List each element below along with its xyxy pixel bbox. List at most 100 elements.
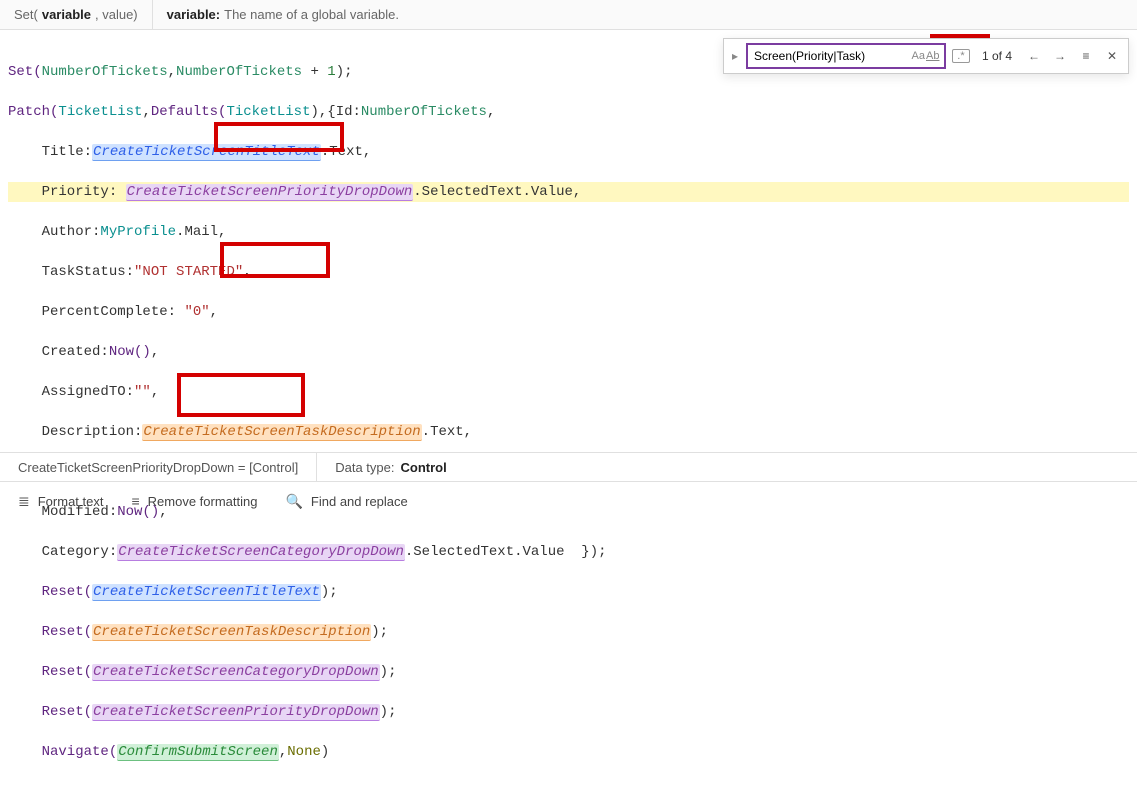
code-line: Author:MyProfile.Mail, <box>8 222 1129 242</box>
code-line: Created:Now(), <box>8 342 1129 362</box>
fn: Reset( <box>8 584 92 600</box>
code-line: Reset(CreateTicketScreenPriorityDropDown… <box>8 702 1129 722</box>
code-line: Category:CreateTicketScreenCategoryDropD… <box>8 542 1129 562</box>
remove-formatting-button[interactable]: ≡ Remove formatting <box>131 493 257 509</box>
code-line: Patch(TicketList,Defaults(TicketList),{I… <box>8 102 1129 122</box>
punct: ); <box>371 624 388 640</box>
code-line: Navigate(ConfirmSubmitScreen,None) <box>8 742 1129 762</box>
var: NumberOfTickets <box>361 104 487 120</box>
punct: .Text, <box>422 424 472 440</box>
enum: None <box>287 744 321 760</box>
control-ref: CreateTicketScreenPriorityDropDown <box>126 184 414 201</box>
punct: ); <box>336 64 353 80</box>
punct: .SelectedText.Value }); <box>405 544 607 560</box>
fn: Reset( <box>8 664 92 680</box>
sig-mid: , value) <box>95 7 138 22</box>
control-ref: CreateTicketScreenPriorityDropDown <box>92 704 380 721</box>
prop: AssignedTO: <box>8 384 134 400</box>
punct: .Mail, <box>176 224 226 240</box>
fn: Now() <box>109 344 151 360</box>
control-ref: CreateTicketScreenTitleText <box>92 144 321 161</box>
prop: Author: <box>8 224 100 240</box>
find-replace-button[interactable]: 🔍 Find and replace <box>285 493 407 510</box>
code-line: AssignedTO:"", <box>8 382 1129 402</box>
punct: , <box>243 264 251 280</box>
code-line: Title:CreateTicketScreenTitleText.Text, <box>8 142 1129 162</box>
status-datatype: Data type: Control <box>317 453 464 481</box>
hint-label: variable: <box>167 7 220 22</box>
fn: Reset( <box>8 624 92 640</box>
punct: , <box>487 104 495 120</box>
format-icon: ≣ <box>18 493 30 510</box>
code-line: Reset(CreateTicketScreenTitleText); <box>8 582 1129 602</box>
sig-arg: variable <box>42 7 91 22</box>
code-line: Reset(CreateTicketScreenCategoryDropDown… <box>8 662 1129 682</box>
status-value: Control <box>400 460 446 475</box>
whole-word-toggle[interactable]: Ab <box>925 50 940 62</box>
status-label: Data type: <box>335 460 394 475</box>
ds: TicketList <box>58 104 142 120</box>
punct: , <box>279 744 287 760</box>
control-ref: CreateTicketScreenTaskDescription <box>92 624 371 641</box>
control-ref: CreateTicketScreenCategoryDropDown <box>92 664 380 681</box>
control-ref: CreateTicketScreenTaskDescription <box>142 424 421 441</box>
find-input[interactable] <box>752 48 911 64</box>
fn: Reset( <box>8 704 92 720</box>
find-next-button[interactable]: → <box>1050 46 1070 66</box>
signature-hint: variable: The name of a global variable. <box>153 0 413 29</box>
punct: ),{Id: <box>310 104 360 120</box>
fn: Defaults( <box>151 104 227 120</box>
hint-text: The name of a global variable. <box>224 7 399 22</box>
find-input-wrap: Aa Ab <box>746 43 946 69</box>
find-expand-icon[interactable]: ▸ <box>730 49 740 63</box>
punct: , <box>210 304 218 320</box>
signature-bar: Set( variable , value) variable: The name … <box>0 0 1137 30</box>
bottom-toolbar: ≣ Format text ≡ Remove formatting 🔍 Find… <box>0 482 1137 520</box>
formula-editor[interactable]: Set(NumberOfTickets,NumberOfTickets + 1)… <box>0 30 1137 792</box>
fn: Navigate( <box>8 744 117 760</box>
find-prev-button[interactable]: ← <box>1024 46 1044 66</box>
var: NumberOfTickets <box>176 64 302 80</box>
string: "NOT STARTED" <box>134 264 243 280</box>
prop: Description: <box>8 424 142 440</box>
find-count: 1 of 4 <box>976 49 1018 63</box>
punct: .Text, <box>321 144 371 160</box>
status-bar: CreateTicketScreenPriorityDropDown = [Co… <box>0 452 1137 482</box>
prop: Category: <box>8 544 117 560</box>
status-text: CreateTicketScreenPriorityDropDown = [Co… <box>18 460 298 475</box>
punct: , <box>151 384 159 400</box>
num: 1 <box>327 64 335 80</box>
var: NumberOfTickets <box>42 64 168 80</box>
label: Find and replace <box>311 494 408 509</box>
control-ref: CreateTicketScreenCategoryDropDown <box>117 544 405 561</box>
string: "" <box>134 384 151 400</box>
code-line: TaskStatus:"NOT STARTED", <box>8 262 1129 282</box>
prop: PercentComplete: <box>8 304 184 320</box>
format-text-button[interactable]: ≣ Format text <box>18 493 103 510</box>
prop: TaskStatus: <box>8 264 134 280</box>
code-line-highlight: Priority: CreateTicketScreenPriorityDrop… <box>8 182 1129 202</box>
punct: ) <box>321 744 329 760</box>
status-control: CreateTicketScreenPriorityDropDown = [Co… <box>0 453 317 481</box>
find-close-button[interactable]: ✕ <box>1102 46 1122 66</box>
label: Remove formatting <box>148 494 258 509</box>
signature-segment: Set( variable , value) <box>0 0 153 29</box>
fn: Set( <box>8 64 42 80</box>
regex-toggle[interactable]: .* <box>952 49 970 63</box>
prop: Created: <box>8 344 109 360</box>
ds: TicketList <box>226 104 310 120</box>
code-line: Description:CreateTicketScreenTaskDescri… <box>8 422 1129 442</box>
search-icon: 🔍 <box>285 493 302 510</box>
label: Format text <box>38 494 104 509</box>
find-replace-panel: ▸ Aa Ab .* 1 of 4 ← → ≡ ✕ <box>723 38 1129 74</box>
match-case-toggle[interactable]: Aa <box>911 50 926 62</box>
sig-pre: Set( <box>14 7 38 22</box>
punct: ); <box>380 664 397 680</box>
screen-ref: ConfirmSubmitScreen <box>117 744 279 761</box>
find-in-selection-button[interactable]: ≡ <box>1076 46 1096 66</box>
punct: ); <box>321 584 338 600</box>
remove-format-icon: ≡ <box>131 493 139 509</box>
punct: , <box>168 64 176 80</box>
op: + <box>302 64 327 80</box>
string: "0" <box>184 304 209 320</box>
